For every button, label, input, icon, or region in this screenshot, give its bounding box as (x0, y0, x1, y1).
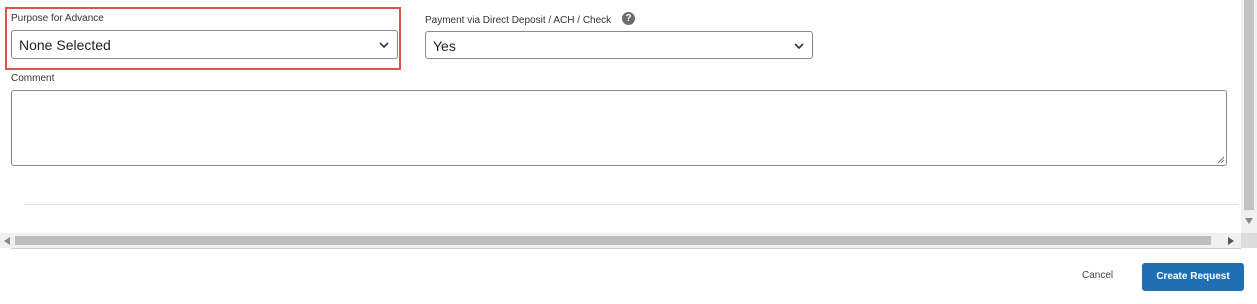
section-divider (24, 204, 1239, 205)
resize-grip-icon[interactable] (1217, 156, 1225, 164)
horizontal-scrollbar[interactable] (0, 233, 1241, 248)
scroll-down-arrow-icon[interactable] (1245, 218, 1253, 224)
footer-divider (11, 248, 1241, 249)
payment-select[interactable]: Yes (425, 31, 813, 59)
scroll-right-arrow-icon[interactable] (1228, 237, 1234, 245)
vertical-scrollbar[interactable] (1241, 0, 1257, 233)
payment-label: Payment via Direct Deposit / ACH / Check (425, 15, 612, 26)
vertical-scrollbar-thumb[interactable] (1244, 0, 1254, 210)
scroll-left-arrow-icon[interactable] (4, 237, 10, 245)
purpose-select[interactable]: None Selected (11, 30, 398, 59)
cancel-button[interactable]: Cancel (1082, 270, 1113, 281)
comment-textarea[interactable] (11, 90, 1227, 166)
horizontal-scrollbar-thumb[interactable] (15, 236, 1211, 245)
chevron-down-icon (794, 43, 804, 50)
comment-label: Comment (11, 73, 55, 84)
payment-select-value: Yes (433, 38, 456, 54)
purpose-label: Purpose for Advance (11, 13, 104, 24)
purpose-select-value: None Selected (19, 37, 111, 53)
question-circle-icon[interactable]: ? (622, 12, 635, 25)
chevron-down-icon (379, 42, 389, 49)
scrollbar-corner (1241, 233, 1257, 248)
create-request-button[interactable]: Create Request (1142, 263, 1244, 291)
